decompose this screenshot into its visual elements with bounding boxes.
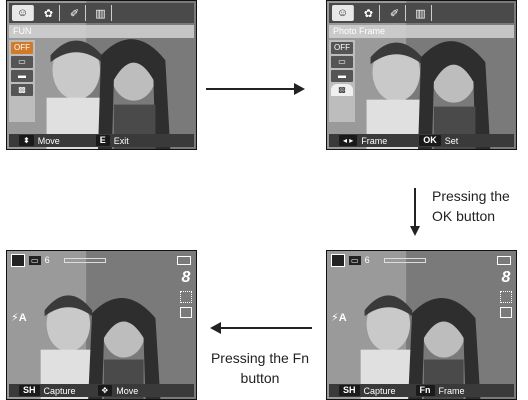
flash-auto-icon: ⚡A — [11, 312, 27, 324]
status-bar: ▭ 6 — [9, 253, 194, 267]
flash-auto-icon: ⚡A — [331, 312, 347, 324]
shots-remaining: 6 — [364, 255, 370, 265]
photo-preview — [327, 251, 516, 399]
guide-capture-label: Capture — [363, 385, 396, 396]
e-key: E — [95, 135, 110, 146]
option-photo-frame-icon[interactable]: ▭ — [11, 56, 33, 68]
tab-effect-icon[interactable]: ✐ — [64, 5, 86, 21]
caption-ok-line2: OK button — [432, 208, 496, 224]
fn-key: Fn — [415, 385, 435, 396]
caption-fn-line1: Pressing the Fn — [210, 350, 310, 366]
button-guide: ◂ ▸ Frame OK Set — [329, 134, 514, 147]
photo-preview — [327, 1, 516, 149]
option-photo-frame-icon[interactable]: ▭ — [331, 56, 353, 68]
menu-title: FUN — [9, 25, 194, 38]
updown-key-icon: ⬍ — [19, 135, 34, 146]
guide-capture-label: Capture — [43, 385, 76, 396]
guide-set-label: Set — [444, 135, 459, 146]
arrow-right-head — [294, 83, 305, 95]
leftright-key-icon: ◂ ▸ — [339, 135, 358, 146]
option-off[interactable]: OFF — [331, 42, 353, 54]
button-guide: SH Capture Fn Frame — [329, 384, 514, 397]
camera-screen-photo-frame-menu: ☺ ✿ ✐ ▥ Photo Frame OFF ▭ ▬ ▩ ◂ ▸ Frame … — [326, 0, 517, 150]
tab-color-icon[interactable]: ✿ — [358, 5, 380, 21]
tab-fun-icon[interactable]: ☺ — [12, 5, 34, 21]
ok-key: OK — [419, 135, 441, 146]
tab-setup-icon[interactable]: ▥ — [410, 5, 432, 21]
memory-card-icon: ▭ — [29, 255, 41, 265]
zoom-bar — [383, 257, 426, 263]
caption-ok-line1: Pressing the — [432, 188, 510, 204]
tab-fun-icon[interactable]: ☺ — [332, 5, 354, 21]
photo-preview — [7, 1, 196, 149]
option-sticker-icon[interactable]: ▩ — [11, 84, 33, 96]
battery-icon — [497, 255, 511, 265]
shots-remaining: 6 — [44, 255, 50, 265]
guide-frame-label: Frame — [361, 135, 388, 146]
camera-screen-capture-move: ▭ 6 8 ⚡A SH Capture ✥ Move — [6, 250, 197, 400]
image-size-value: 8 — [501, 269, 511, 286]
metering-icon — [500, 307, 512, 318]
caption-fn-button: Pressing the Fn button — [198, 348, 322, 388]
battery-icon — [177, 255, 191, 265]
side-indicators: 8 — [499, 269, 513, 318]
arrow-down-head — [410, 226, 420, 236]
option-list: OFF ▭ ▬ ▩ — [329, 40, 355, 122]
four-way-key-icon: ✥ — [97, 385, 113, 396]
guide-move-label: Move — [116, 385, 139, 396]
camera-mode-icon — [11, 253, 25, 267]
button-guide: ⬍ Move E Exit — [9, 134, 194, 147]
guide-frame-label: Frame — [438, 385, 465, 396]
quality-icon — [500, 291, 512, 303]
photo-preview — [7, 251, 196, 399]
mode-tab-bar: ☺ ✿ ✐ ▥ — [329, 3, 514, 23]
caption-fn-line2: button — [240, 370, 280, 386]
option-list: OFF ▭ ▬ ▩ — [9, 40, 35, 122]
status-bar: ▭ 6 — [329, 253, 514, 267]
option-composite-icon[interactable]: ▬ — [11, 70, 33, 82]
camera-screen-capture-frame: ▭ 6 8 ⚡A SH Capture Fn Frame — [326, 250, 517, 400]
tab-setup-icon[interactable]: ▥ — [90, 5, 112, 21]
side-indicators: 8 — [179, 269, 193, 318]
camera-mode-icon — [331, 253, 345, 267]
arrow-right-shaft — [206, 88, 296, 90]
option-composite-icon[interactable]: ▬ — [331, 70, 353, 82]
guide-move-label: Move — [37, 135, 60, 146]
guide-exit-label: Exit — [113, 135, 129, 146]
sh-key: SH — [339, 385, 360, 396]
image-size-value: 8 — [181, 269, 191, 286]
tab-effect-icon[interactable]: ✐ — [384, 5, 406, 21]
arrow-left-shaft — [220, 327, 312, 329]
metering-icon — [180, 307, 192, 318]
mode-tab-bar: ☺ ✿ ✐ ▥ — [9, 3, 194, 23]
sh-key: SH — [19, 385, 40, 396]
tab-color-icon[interactable]: ✿ — [38, 5, 60, 21]
arrow-left-head — [210, 322, 221, 334]
option-sticker-icon[interactable]: ▩ — [331, 84, 353, 96]
caption-ok-button: Pressing the OK button — [432, 186, 528, 226]
zoom-bar — [63, 257, 106, 263]
option-off[interactable]: OFF — [11, 42, 33, 54]
quality-icon — [180, 291, 192, 303]
arrow-down-shaft — [414, 188, 416, 228]
button-guide: SH Capture ✥ Move — [9, 384, 194, 397]
menu-title: Photo Frame — [329, 25, 514, 38]
memory-card-icon: ▭ — [349, 255, 361, 265]
camera-screen-fun-menu: ☺ ✿ ✐ ▥ FUN OFF ▭ ▬ ▩ ⬍ Move E Exit — [6, 0, 197, 150]
